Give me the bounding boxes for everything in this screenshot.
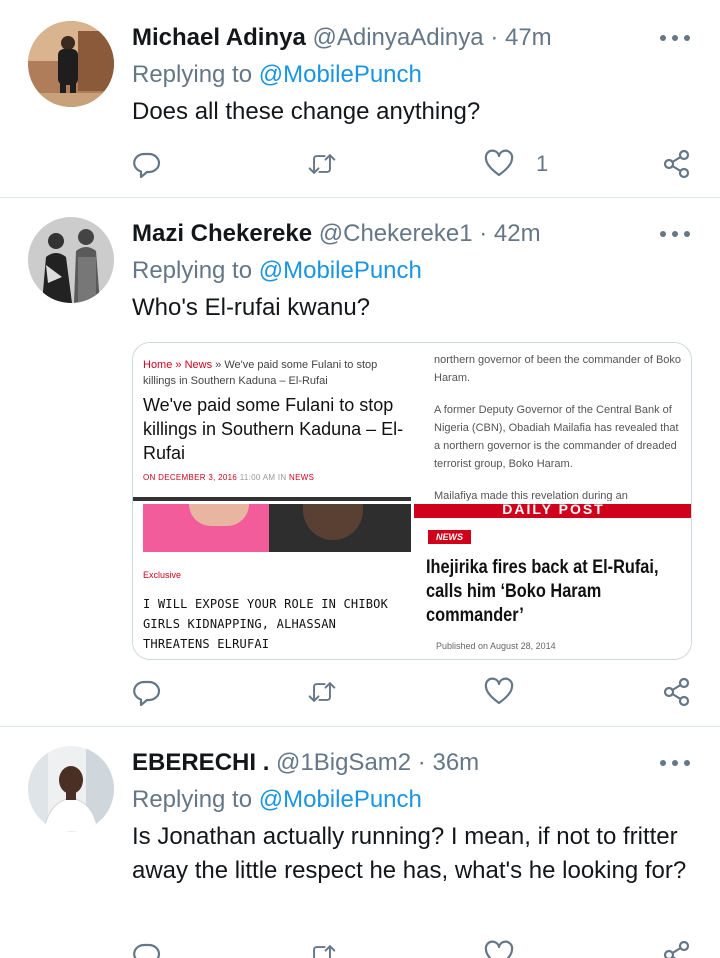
- replying-to: Replying to @MobilePunch: [132, 60, 422, 90]
- display-name[interactable]: EBERECHI .: [132, 749, 269, 776]
- more-icon[interactable]: [660, 224, 690, 244]
- replying-to-label: Replying to: [132, 786, 253, 813]
- tweet-text: Is Jonathan actually running? I mean, if…: [132, 823, 687, 884]
- share-button[interactable]: [662, 148, 692, 180]
- avatar[interactable]: [28, 746, 114, 832]
- tweet-header: Mazi Chekereke @Chekereke1 · 42m: [132, 219, 541, 249]
- heart-icon: [484, 677, 514, 705]
- news-label: NEWS: [428, 530, 471, 544]
- replying-to-label: Replying to: [132, 61, 253, 88]
- reply-icon: [133, 152, 161, 179]
- display-name[interactable]: Mazi Chekereke: [132, 220, 312, 247]
- article-headline: We've paid some Fulani to stop killings …: [143, 395, 404, 463]
- avatar[interactable]: [28, 21, 114, 107]
- display-name[interactable]: Michael Adinya: [132, 24, 306, 51]
- action-bar: [132, 676, 692, 708]
- retweet-button[interactable]: [307, 676, 337, 708]
- timestamp[interactable]: 36m: [432, 749, 479, 776]
- reply-icon: [133, 943, 161, 958]
- article-tag: Exclusive: [143, 570, 182, 580]
- retweet-icon: [308, 154, 336, 174]
- share-button[interactable]: [662, 676, 692, 708]
- replying-to: Replying to @MobilePunch: [132, 256, 422, 286]
- timestamp[interactable]: 47m: [505, 24, 552, 51]
- article-published: Published on August 28, 2014: [436, 641, 556, 651]
- mention-link[interactable]: @MobilePunch: [259, 257, 422, 284]
- tweet-text: Who's El-rufai kwanu?: [132, 294, 371, 321]
- media-image-1[interactable]: Home » News » We've paid some Fulani to …: [133, 343, 411, 501]
- action-bar: [132, 939, 692, 958]
- reply-button[interactable]: [132, 939, 162, 958]
- more-icon[interactable]: [660, 28, 690, 48]
- like-count: 1: [536, 151, 549, 176]
- mention-link[interactable]: @MobilePunch: [259, 61, 422, 88]
- retweet-icon: [313, 945, 336, 958]
- share-icon: [663, 940, 690, 958]
- article-breadcrumb: Home » News » We've paid some Fulani to …: [143, 359, 378, 387]
- heart-icon: [484, 940, 514, 958]
- like-button[interactable]: 1: [484, 148, 548, 180]
- replying-to-label: Replying to: [132, 257, 253, 284]
- like-button[interactable]: [484, 676, 536, 708]
- media-image-2[interactable]: northern governor of been the commander …: [414, 343, 691, 501]
- share-icon: [663, 677, 690, 707]
- separator-dot: ·: [479, 220, 488, 247]
- divider: [133, 497, 411, 501]
- article-meta: ON DECEMBER 3, 2016 11:00 AM IN NEWS: [143, 473, 315, 482]
- user-handle[interactable]: @Chekereke1: [319, 220, 473, 247]
- user-handle[interactable]: @AdinyaAdinya: [313, 24, 484, 51]
- separator-dot: ·: [490, 24, 499, 51]
- media-image-4[interactable]: DAILY POST NEWS Ihejirika fires back at …: [414, 504, 691, 659]
- retweet-icon: [308, 682, 336, 702]
- reply-icon: [133, 680, 161, 707]
- timestamp[interactable]: 42m: [494, 220, 541, 247]
- tweet-header: EBERECHI . @1BigSam2 · 36m: [132, 748, 479, 778]
- reply-button[interactable]: [132, 676, 162, 708]
- mention-link[interactable]: @MobilePunch: [259, 786, 422, 813]
- heart-icon: [484, 149, 514, 177]
- more-icon[interactable]: [660, 753, 690, 773]
- separator-dot: ·: [417, 749, 426, 776]
- article-title: Ihejirika fires back at El-Rufai, calls …: [426, 557, 659, 626]
- site-banner: DAILY POST: [414, 504, 691, 518]
- like-button[interactable]: [484, 939, 536, 958]
- action-bar: 1: [132, 148, 692, 180]
- share-icon: [663, 149, 690, 179]
- article-body: northern governor of been the commander …: [434, 354, 682, 501]
- tweet-2[interactable]: Mazi Chekereke @Chekereke1 · 42m Replyin…: [0, 198, 720, 727]
- tweet-text: Does all these change anything?: [132, 98, 481, 125]
- reply-button[interactable]: [132, 148, 162, 180]
- share-button[interactable]: [662, 939, 692, 958]
- tweet-3[interactable]: EBERECHI . @1BigSam2 · 36m Replying to @…: [0, 727, 720, 958]
- retweet-button[interactable]: [307, 148, 337, 180]
- article-photo: [133, 504, 411, 552]
- media-image-3[interactable]: Exclusive I WILL EXPOSE YOUR ROLE IN CHI…: [133, 504, 411, 659]
- tweet-1[interactable]: Michael Adinya @AdinyaAdinya · 47m Reply…: [0, 0, 720, 198]
- retweet-button[interactable]: [307, 939, 337, 958]
- avatar[interactable]: [28, 217, 114, 303]
- media-grid[interactable]: Home » News » We've paid some Fulani to …: [132, 342, 692, 660]
- user-handle[interactable]: @1BigSam2: [276, 749, 411, 776]
- article-title: I WILL EXPOSE YOUR ROLE IN CHIBOK GIRLS …: [143, 597, 389, 651]
- tweet-header: Michael Adinya @AdinyaAdinya · 47m: [132, 23, 552, 53]
- replying-to: Replying to @MobilePunch: [132, 785, 422, 815]
